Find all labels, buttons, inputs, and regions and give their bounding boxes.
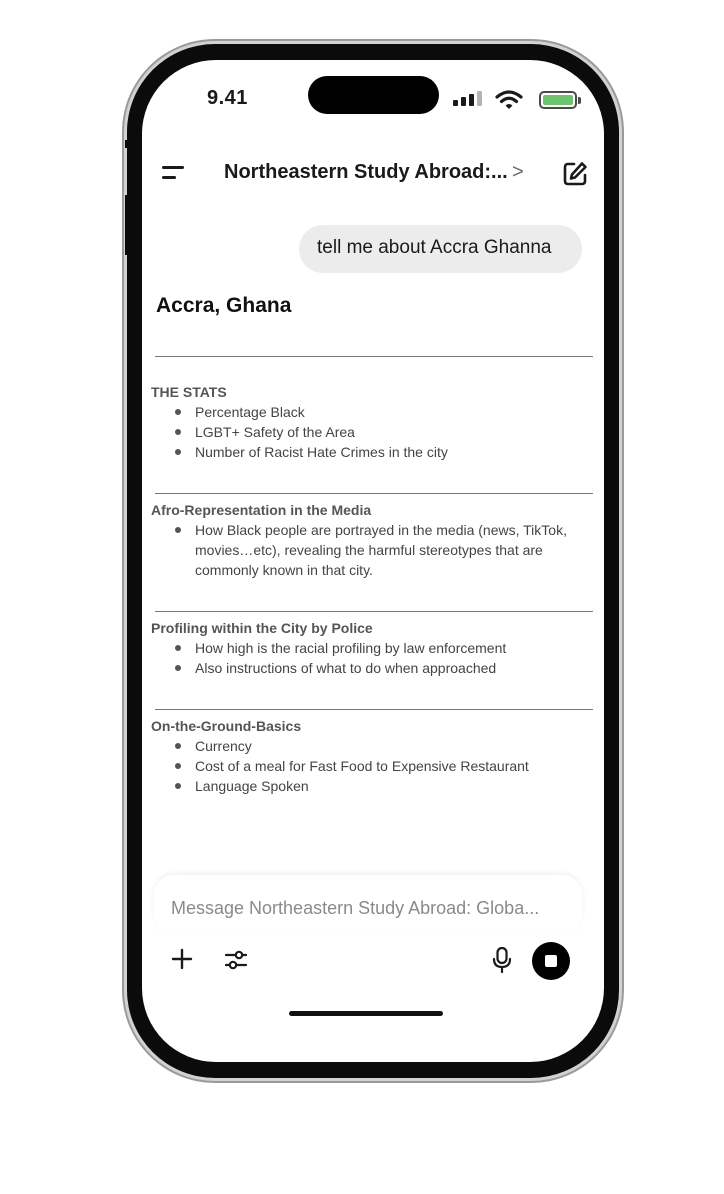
wifi-icon xyxy=(495,90,523,109)
section-title: Profiling within the City by Police xyxy=(151,620,373,636)
section-title: On-the-Ground-Basics xyxy=(151,718,302,734)
list-item: Language Spoken xyxy=(151,776,596,796)
side-button-left xyxy=(125,140,129,148)
section-title: THE STATS xyxy=(151,384,227,400)
list-item: Number of Racist Hate Crimes in the city xyxy=(151,442,596,462)
response-heading: Accra, Ghana xyxy=(156,294,292,317)
battery-icon xyxy=(539,91,581,109)
response-section: Afro-Representation in the Media How Bla… xyxy=(151,501,596,580)
section-title: Afro-Representation in the Media xyxy=(151,502,372,518)
stop-icon xyxy=(545,955,557,967)
chat-title[interactable]: Northeastern Study Abroad:... xyxy=(224,161,508,184)
list-item: LGBT+ Safety of the Area xyxy=(151,422,596,442)
stop-button[interactable] xyxy=(532,942,570,980)
list-item: How high is the racial profiling by law … xyxy=(151,638,596,658)
response-section: On-the-Ground-Basics Currency Cost of a … xyxy=(151,717,596,796)
status-time: 9.41 xyxy=(207,87,248,109)
side-button-right xyxy=(615,140,619,148)
cellular-signal-icon xyxy=(453,91,482,106)
microphone-icon[interactable] xyxy=(491,946,513,974)
message-input[interactable] xyxy=(171,898,571,919)
plus-icon[interactable] xyxy=(171,948,193,970)
bullet-list: How Black people are portrayed in the me… xyxy=(151,520,596,580)
divider xyxy=(155,709,593,710)
user-message-bubble: tell me about Accra Ghanna xyxy=(299,225,582,273)
list-item: Currency xyxy=(151,736,596,756)
divider xyxy=(155,356,593,357)
tune-sliders-icon[interactable] xyxy=(224,948,248,972)
list-item: Cost of a meal for Fast Food to Expensiv… xyxy=(151,756,596,776)
list-item: Also instructions of what to do when app… xyxy=(151,658,596,678)
phone-screen: 9.41 Northeastern Study Abroad:... > tel… xyxy=(142,60,604,1062)
response-section: Profiling within the City by Police How … xyxy=(151,619,596,678)
chevron-right-icon[interactable]: > xyxy=(512,161,524,184)
home-indicator xyxy=(289,1011,443,1016)
bullet-list: Currency Cost of a meal for Fast Food to… xyxy=(151,736,596,796)
bullet-list: How high is the racial profiling by law … xyxy=(151,638,596,678)
hamburger-menu-icon[interactable] xyxy=(162,164,186,182)
bullet-list: Percentage Black LGBT+ Safety of the Are… xyxy=(151,402,596,462)
list-item: Percentage Black xyxy=(151,402,596,422)
response-section: THE STATS Percentage Black LGBT+ Safety … xyxy=(151,383,596,462)
list-item: How Black people are portrayed in the me… xyxy=(151,520,596,580)
divider xyxy=(155,493,593,494)
side-button-left xyxy=(125,195,129,255)
new-chat-edit-icon[interactable] xyxy=(561,160,589,188)
dynamic-island xyxy=(308,76,439,114)
divider xyxy=(155,611,593,612)
